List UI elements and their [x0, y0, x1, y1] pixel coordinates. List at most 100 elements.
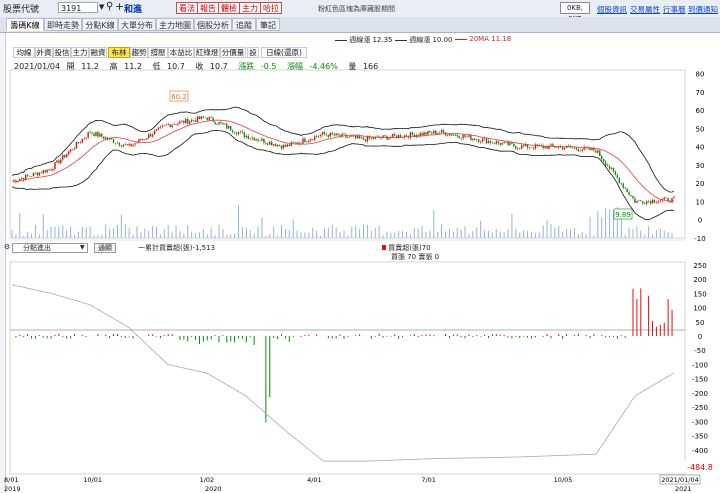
candle-body [536, 144, 539, 147]
candle-body [196, 116, 199, 122]
buy-sell-bar [148, 334, 150, 337]
chevron-down-icon[interactable]: ▼ [99, 3, 104, 11]
buy-sell-bar [206, 336, 208, 341]
buy-sell-bar [593, 334, 595, 337]
candle-body [454, 134, 456, 136]
tag-button-report[interactable]: 報告 [197, 2, 219, 14]
candle-body [253, 137, 255, 141]
tab-large-order[interactable]: 大單分布 [118, 18, 156, 31]
tab-note[interactable]: 筆記 [256, 18, 280, 31]
tool-foreign[interactable]: 外資 [35, 47, 53, 58]
candles [13, 115, 675, 206]
candle-body [175, 124, 177, 125]
candle-body [396, 135, 398, 139]
volume-bar [374, 228, 376, 238]
volume-bar [472, 230, 474, 238]
candle-body [636, 200, 638, 203]
tool-main[interactable]: 主力 [71, 47, 89, 58]
buy-sell-bar [226, 336, 228, 343]
buy-sell-bar [81, 334, 83, 337]
candle-body [554, 146, 556, 148]
candle-body [409, 132, 412, 138]
candle-body [587, 147, 589, 149]
chevron-down-icon[interactable]: ▼ [80, 244, 85, 251]
volume-bar [316, 230, 318, 238]
tool-settings[interactable]: 設 [247, 47, 259, 58]
candle-body [249, 138, 251, 139]
tool-traffic[interactable]: 紅綠燈 [194, 47, 220, 58]
volume-bar [265, 235, 267, 238]
candle-body [65, 154, 68, 158]
candle-body [62, 155, 64, 160]
candle-body [155, 129, 158, 131]
link-trade-attr[interactable]: 交易屬性 [630, 4, 660, 15]
volume-bar [445, 231, 447, 238]
date-tick: 8/01 [4, 476, 19, 484]
buy-sell-bar [495, 334, 497, 337]
candle-body [565, 145, 568, 148]
sub-tick: -50 [694, 347, 705, 355]
tool-pe[interactable]: 本益比 [168, 47, 194, 58]
buy-sell-bar [468, 334, 470, 337]
tool-ma[interactable]: 均線 [13, 47, 35, 58]
candle-body [333, 134, 335, 136]
buy-sell-bar [530, 336, 532, 339]
tab-track[interactable]: 追蹤 [232, 18, 256, 31]
volume-bar [343, 230, 345, 238]
tag-button-checkup[interactable]: 體檢 [218, 2, 240, 14]
buy-sell-bar [230, 336, 232, 342]
sub-indicator-select[interactable]: 分點進出 [12, 243, 88, 253]
search-icon[interactable]: ⚲ [106, 1, 113, 12]
tool-support[interactable]: 撐壓 [148, 47, 168, 58]
candle-body [360, 137, 363, 139]
volume-bar [73, 234, 75, 238]
buy-sell-bar [620, 335, 622, 337]
stock-code-input[interactable]: 3191 [58, 2, 98, 13]
tag-button-view[interactable]: 看法 [176, 2, 198, 14]
tag-button-main[interactable]: 主力 [239, 2, 261, 14]
stock-name: 和進 [124, 5, 143, 15]
volume-bar [292, 219, 294, 238]
candle-body [284, 144, 287, 147]
volume-bar [105, 224, 107, 238]
cum-legend: 一累計買賣超(張)-1,513 [138, 244, 216, 252]
tool-trend[interactable]: 趨勢 [130, 47, 148, 58]
tab-analysis[interactable]: 個股分析 [194, 18, 232, 31]
tool-bollinger[interactable]: 布林 [108, 47, 130, 58]
volume-bar [81, 227, 83, 238]
candle-body [106, 137, 109, 140]
volume-bar [667, 232, 669, 238]
tool-margin[interactable]: 融資 [89, 47, 107, 58]
volume-bar [284, 229, 286, 238]
tab-broker-k[interactable]: 分點K線 [82, 18, 118, 31]
link-calendar[interactable]: 行事曆 [663, 4, 686, 15]
tool-period-select[interactable]: 日線(還原) [261, 47, 307, 58]
volume-bar [405, 232, 407, 238]
price-tick: 50 [696, 125, 705, 133]
candle-body [401, 137, 404, 138]
buy-sell-bar [562, 336, 564, 339]
volume-bar [644, 235, 646, 238]
volume-bar [19, 213, 21, 238]
tab-chip-k[interactable]: 籌碼K線 [6, 18, 44, 31]
add-icon[interactable]: + [115, 0, 124, 13]
link-stock-info[interactable]: 個股資訊 [597, 4, 627, 15]
buy-sell-bar [327, 336, 329, 339]
candle-body [513, 143, 515, 147]
price-info-line: 2021/01/04 開 11.2 高 11.2 低 10.7 收 10.7 漲… [14, 62, 379, 71]
tool-trust[interactable]: 投信 [53, 47, 71, 58]
buy-sell-bar [558, 334, 560, 337]
tab-realtime[interactable]: 即時走勢 [44, 18, 82, 31]
candle-body [200, 116, 203, 120]
link-price-alert[interactable]: 到價通知 [688, 4, 718, 15]
tool-price-vol[interactable]: 分價量 [220, 47, 246, 58]
volume-bars [11, 205, 673, 238]
tab-main-map[interactable]: 主力地圖 [156, 18, 194, 31]
candle-body [599, 150, 601, 157]
candle-body [60, 159, 62, 164]
candle-body [544, 146, 546, 148]
settings-icon[interactable]: ⚙ [4, 243, 10, 251]
tag-button-chat[interactable]: 哈拉 [260, 2, 282, 14]
sub-apply-button[interactable]: 通顯 [94, 243, 116, 253]
candle-body [50, 169, 52, 171]
